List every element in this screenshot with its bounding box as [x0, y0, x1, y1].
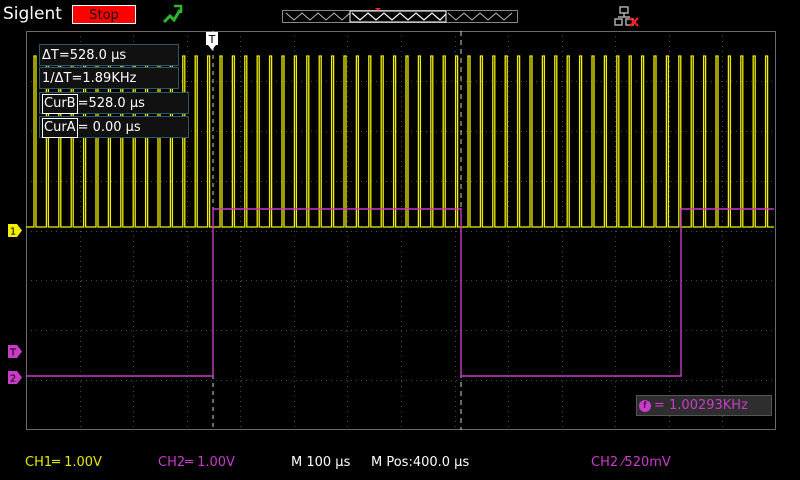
cursor-a-label: CurA	[42, 118, 78, 138]
inverse-delta-t-readout: 1/ΔT=1.89KHz	[39, 67, 179, 89]
trigger-position-marker[interactable]: T	[205, 31, 219, 51]
run-stop-indicator[interactable]: Stop	[72, 5, 136, 24]
ch2-trigger-level-label: T	[9, 348, 17, 359]
cursor-a-value: = 0.00 µs	[77, 120, 141, 135]
ch1-marker-label: 1	[10, 227, 16, 238]
network-disconnected-icon	[614, 6, 639, 27]
cursor-b-value: =528.0 µs	[77, 96, 145, 111]
ch1-scale[interactable]: CH1═ 1.00V	[25, 455, 102, 470]
cursor-a-readout[interactable]: CurA = 0.00 µs	[39, 116, 189, 138]
memory-position-bar	[282, 8, 518, 23]
ch2-scale[interactable]: CH2═ 1.00V	[158, 455, 235, 470]
trigger-setting[interactable]: CH2 ⁄520mV	[591, 455, 671, 470]
frequency-counter: f = 1.00293KHz	[636, 395, 772, 416]
cursor-b-label: CurB	[42, 94, 78, 114]
delta-t-readout: ΔT=528.0 µs	[39, 44, 179, 66]
ch1-offset-marker[interactable]: 1	[8, 224, 22, 237]
waveform-display[interactable]	[26, 31, 776, 430]
frequency-icon: f	[639, 399, 651, 412]
ch2-trigger-level-marker[interactable]: T	[8, 345, 22, 358]
brand-logo: Siglent	[3, 4, 62, 24]
memory-position[interactable]: M Pos:400.0 µs	[371, 455, 469, 470]
ch2-offset-marker[interactable]: 2	[8, 371, 22, 384]
trigger-position-label: T	[208, 33, 216, 46]
timebase[interactable]: M 100 µs	[291, 455, 350, 470]
cursor-b-readout[interactable]: CurB =528.0 µs	[39, 92, 189, 114]
ch2-marker-label: 2	[10, 374, 16, 385]
frequency-value: = 1.00293KHz	[654, 398, 748, 413]
trigger-edge-icon	[162, 4, 183, 24]
top-bar: Siglent Stop	[0, 0, 800, 30]
